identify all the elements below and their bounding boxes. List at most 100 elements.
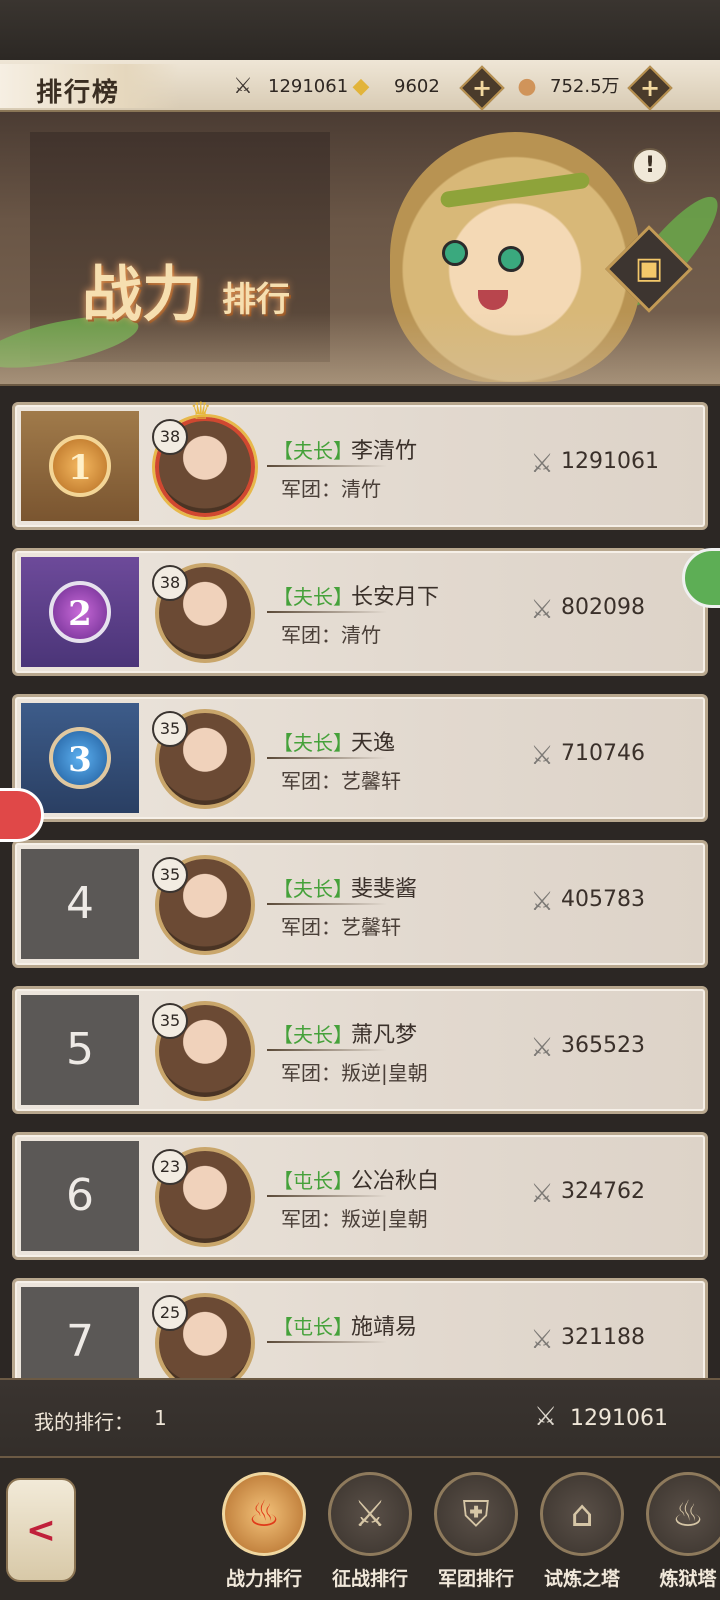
level-badge: 25 xyxy=(152,1295,188,1331)
player-name: 斐斐酱 xyxy=(351,877,418,902)
ranking-list[interactable]: 1 ♛ 38 【夫长】 李清竹 军团：清竹 ⚔ 1291061 2 38 【夫长… xyxy=(0,384,720,1378)
crossed-swords-icon: ⚔ xyxy=(530,1325,554,1355)
level-badge: 35 xyxy=(152,857,188,893)
rank-row[interactable]: 1 ♛ 38 【夫长】 李清竹 军团：清竹 ⚔ 1291061 xyxy=(12,397,708,530)
tab-label: 征战排行 xyxy=(331,1568,408,1590)
crossed-swords-icon: ⚔ xyxy=(530,741,554,771)
level-badge: 35 xyxy=(152,1003,188,1039)
rank-row[interactable]: 2 38 【夫长】 长安月下 军团：清竹 ⚔ 802098 xyxy=(12,548,708,676)
tab-power-ranking[interactable]: ♨ 战力排行 xyxy=(212,1472,312,1600)
tower-icon: ⌂ xyxy=(540,1472,624,1556)
rank-number: 5 xyxy=(66,1024,94,1075)
rank-badge: 3 xyxy=(21,703,139,813)
player-name: 长安月下 xyxy=(351,585,440,610)
flame-icon: ♨ xyxy=(222,1472,306,1556)
tab-trial-tower[interactable]: ⌂ 试炼之塔 xyxy=(530,1472,630,1600)
my-rank-label: 我的排行： xyxy=(34,1410,134,1434)
divider xyxy=(267,757,387,759)
copper-coin-icon: ● xyxy=(517,74,537,99)
divider xyxy=(267,903,387,905)
crossed-swords-icon: ⚔ xyxy=(530,449,554,479)
shield-icon: ⛨ xyxy=(434,1472,518,1556)
rank-row[interactable]: 5 35 【夫长】 萧凡梦 军团：叛逆|皇朝 ⚔ 365523 xyxy=(12,986,708,1114)
header-title-plate: 排行榜 xyxy=(0,64,180,108)
player-name: 萧凡梦 xyxy=(351,1023,418,1048)
rank-row[interactable]: 6 23 【屯长】 公冶秋白 军团：叛逆|皇朝 ⚔ 324762 xyxy=(12,1132,708,1260)
combat-power: 710746 xyxy=(561,741,645,766)
cauldron-icon: ♨ xyxy=(646,1472,720,1556)
character-eye xyxy=(498,246,524,272)
my-combat-power: 1291061 xyxy=(570,1406,668,1431)
level-badge: 23 xyxy=(152,1149,188,1185)
player-name: 天逸 xyxy=(351,731,396,756)
sword-icon: ⚔ xyxy=(328,1472,412,1556)
page-title: 排行榜 xyxy=(36,78,121,108)
back-arrow-icon: < xyxy=(25,1510,57,1551)
combat-power: 365523 xyxy=(561,1033,645,1058)
combat-power: 321188 xyxy=(561,1325,645,1350)
legion-name: 军团：清竹 xyxy=(281,623,381,647)
rank-badge: 2 xyxy=(21,557,139,667)
rank-badge: 6 xyxy=(21,1141,139,1251)
level-badge: 38 xyxy=(152,419,188,455)
level-badge: 35 xyxy=(152,711,188,747)
rank-row[interactable]: 4 35 【夫长】 斐斐酱 军团：艺馨轩 ⚔ 405783 xyxy=(12,840,708,968)
my-rank-value: 1 xyxy=(154,1406,167,1430)
silver-medal-icon: 2 xyxy=(49,581,111,643)
rank-title-tag: 【屯长】 xyxy=(273,1315,353,1339)
crossed-swords-icon: ⚔ xyxy=(534,1402,558,1432)
crossed-swords-icon: ⚔ xyxy=(233,74,253,99)
tab-label: 炼狱塔 xyxy=(659,1568,717,1590)
gold-medal-icon: 1 xyxy=(49,435,111,497)
bottom-nav: < ♨ 战力排行 ⚔ 征战排行 ⛨ 军团排行 ⌂ 试炼之塔 ♨ 炼狱塔 xyxy=(0,1458,720,1600)
player-name: 施靖易 xyxy=(351,1315,418,1340)
combat-power: 405783 xyxy=(561,887,645,912)
divider xyxy=(267,465,387,467)
tab-campaign-ranking[interactable]: ⚔ 征战排行 xyxy=(318,1472,418,1600)
copper-coin-value: 752.5万 xyxy=(550,76,620,97)
divider xyxy=(267,1049,387,1051)
back-button[interactable]: < xyxy=(6,1478,76,1582)
tab-purgatory-tower[interactable]: ♨ 炼狱塔 xyxy=(636,1472,720,1600)
crown-icon: ♛ xyxy=(190,397,212,425)
rank-title-tag: 【夫长】 xyxy=(273,877,353,901)
my-rank-bar: 我的排行： 1 ⚔ 1291061 xyxy=(0,1378,720,1458)
add-coin-button[interactable]: + xyxy=(627,65,673,111)
rank-title-tag: 【夫长】 xyxy=(273,1023,353,1047)
divider xyxy=(267,1341,387,1343)
crossed-swords-icon: ⚔ xyxy=(530,1033,554,1063)
add-gold-button[interactable]: + xyxy=(459,65,505,111)
level-badge: 38 xyxy=(152,565,188,601)
tab-label: 试炼之塔 xyxy=(543,1568,620,1590)
legion-name: 军团：艺馨轩 xyxy=(281,769,401,793)
combat-power: 1291061 xyxy=(561,449,659,474)
rank-row[interactable]: 7 25 【屯长】 施靖易 ⚔ 321188 xyxy=(12,1278,708,1378)
bronze-medal-icon: 3 xyxy=(49,727,111,789)
divider xyxy=(267,611,387,613)
rank-title-tag: 【夫长】 xyxy=(273,585,353,609)
gold-ingot-value: 9602 xyxy=(394,76,440,97)
tab-legion-ranking[interactable]: ⛨ 军团排行 xyxy=(424,1472,524,1600)
tab-label: 战力排行 xyxy=(225,1568,302,1590)
player-name: 李清竹 xyxy=(351,439,418,464)
rank-number: 4 xyxy=(66,878,94,929)
crossed-swords-icon: ⚔ xyxy=(530,887,554,917)
rank-row[interactable]: 3 35 【夫长】 天逸 军团：艺馨轩 ⚔ 710746 xyxy=(12,694,708,822)
rank-title-tag: 【屯长】 xyxy=(273,1169,353,1193)
header-bar: 排行榜 ⚔ 1291061 ◆ 9602 + ● 752.5万 + xyxy=(0,60,720,112)
rank-title-tag: 【夫长】 xyxy=(273,731,353,755)
rank-badge: 7 xyxy=(21,1287,139,1378)
combat-power-value: 1291061 xyxy=(268,76,349,97)
legion-name: 军团：清竹 xyxy=(281,477,381,501)
legion-name: 军团：叛逆|皇朝 xyxy=(281,1207,428,1231)
rank-number: 6 xyxy=(66,1170,94,1221)
rank-number: 7 xyxy=(66,1316,94,1367)
info-icon[interactable]: ! xyxy=(632,148,668,184)
rank-badge: 4 xyxy=(21,849,139,959)
rank-badge: 5 xyxy=(21,995,139,1105)
status-bar-area xyxy=(0,0,720,60)
ranking-banner: 战力 排行 xyxy=(0,112,720,384)
crossed-swords-icon: ⚔ xyxy=(530,1179,554,1209)
crossed-swords-icon: ⚔ xyxy=(530,595,554,625)
banner-title-sub: 排行 xyxy=(222,280,290,320)
